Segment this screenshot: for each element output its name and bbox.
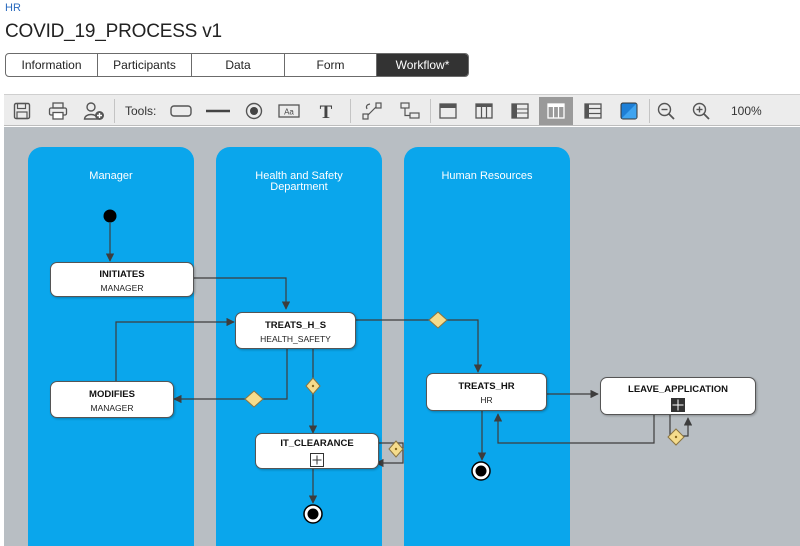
task-participant: MANAGER xyxy=(100,283,144,293)
tab-information[interactable]: Information xyxy=(6,54,98,76)
tab-participants[interactable]: Participants xyxy=(98,54,192,76)
flow-leave-application-loop xyxy=(669,414,693,437)
zoom-level: 100% xyxy=(731,104,762,118)
task-participant: HR xyxy=(480,395,493,405)
circle-tool-icon[interactable] xyxy=(242,97,266,125)
zoom-in-icon[interactable] xyxy=(688,97,714,125)
svg-text:T: T xyxy=(320,102,333,121)
task-participant: HEALTH_SAFETY xyxy=(260,334,331,344)
rows-icon[interactable] xyxy=(580,97,606,125)
task-treats-hr[interactable]: TREATS_HR HR xyxy=(426,373,547,411)
task-title: IT_CLEARANCE xyxy=(280,438,354,449)
text-tool-icon[interactable]: T xyxy=(314,97,338,125)
column-layout-icon[interactable] xyxy=(471,97,497,125)
lane-title: Health and Safety Department xyxy=(255,170,343,193)
gateway-diamond xyxy=(667,428,685,446)
lane-human-resources[interactable]: Human Resources xyxy=(404,147,570,546)
tab-form[interactable]: Form xyxy=(285,54,377,76)
task-title: INITIATES xyxy=(99,269,145,280)
subprocess-leave-application[interactable]: LEAVE_APPLICATION xyxy=(600,377,756,415)
breadcrumb[interactable]: HR xyxy=(5,2,21,14)
task-title: TREATS_HR xyxy=(458,381,515,392)
task-title: TREATS_H_S xyxy=(264,320,327,331)
lane-manager[interactable]: Manager xyxy=(28,147,194,546)
rounded-rectangle-tool-icon[interactable] xyxy=(167,97,195,125)
color-fill-icon[interactable] xyxy=(616,97,642,125)
zoom-out-icon[interactable] xyxy=(653,97,679,125)
hierarchy-icon[interactable] xyxy=(397,97,423,125)
task-participant: MANAGER xyxy=(90,403,134,413)
connector-icon[interactable] xyxy=(359,97,385,125)
task-treats-h-s[interactable]: TREATS_H_S HEALTH_SAFETY xyxy=(235,312,356,349)
swimlanes-icon[interactable] xyxy=(539,97,573,125)
task-title: LEAVE_APPLICATION xyxy=(628,384,728,395)
workflow-canvas[interactable]: Manager Health and Safety Department Hum… xyxy=(4,127,800,546)
expand-subprocess-icon[interactable] xyxy=(671,398,685,412)
tools-label: Tools: xyxy=(125,104,157,118)
task-initiates[interactable]: INITIATES MANAGER xyxy=(50,262,194,297)
tab-workflow[interactable]: Workflow* xyxy=(377,54,468,76)
tab-data[interactable]: Data xyxy=(192,54,285,76)
text-box-tool-icon[interactable]: Aa xyxy=(276,97,302,125)
task-title: MODIFIES xyxy=(89,389,135,400)
top-band-icon[interactable] xyxy=(435,97,461,125)
page-title: COVID_19_PROCESS v1 xyxy=(5,21,222,42)
add-participant-icon[interactable] xyxy=(82,97,106,125)
save-icon[interactable] xyxy=(10,97,34,125)
lane-title: Human Resources xyxy=(441,170,533,182)
gateway-diamond xyxy=(388,440,404,458)
diagram-toolbar: Tools: Aa T 100% xyxy=(4,94,800,126)
print-icon[interactable] xyxy=(46,97,70,125)
expand-subprocess-icon[interactable] xyxy=(310,453,324,467)
line-tool-icon[interactable] xyxy=(204,97,232,125)
tab-bar: Information Participants Data Form Workf… xyxy=(5,53,469,77)
subprocess-it-clearance[interactable]: IT_CLEARANCE xyxy=(255,433,379,469)
svg-text:Aa: Aa xyxy=(284,108,294,117)
left-panel-icon[interactable] xyxy=(507,97,533,125)
lane-title: Manager xyxy=(89,170,133,182)
task-modifies[interactable]: MODIFIES MANAGER xyxy=(50,381,174,418)
